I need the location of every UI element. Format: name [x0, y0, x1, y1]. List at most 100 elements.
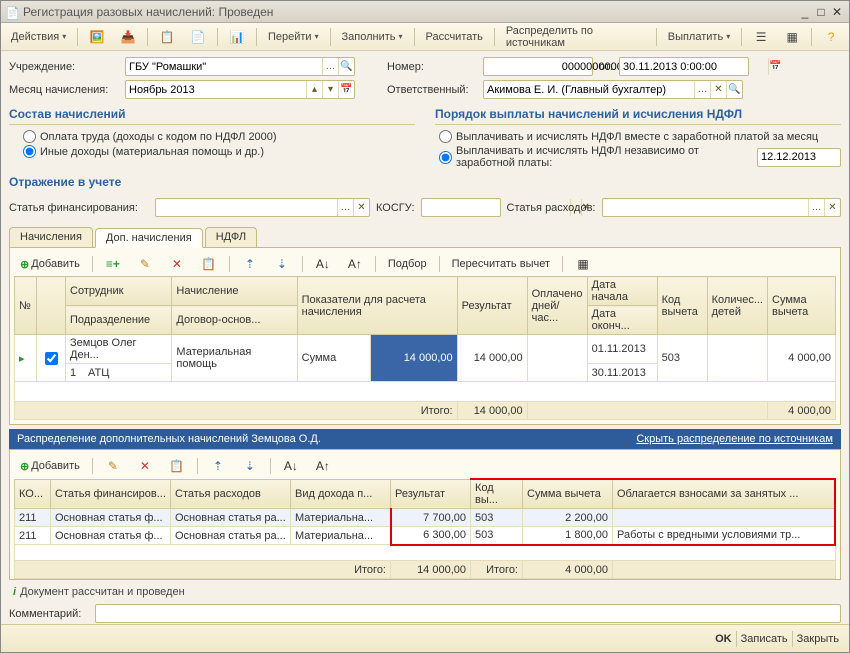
podbor-button[interactable]: Подбор	[382, 256, 433, 272]
sort-asc-button[interactable]: A↓	[309, 254, 337, 274]
recalc-button[interactable]: Пересчитать вычет	[446, 256, 556, 272]
date-picker-button[interactable]: 📅	[768, 58, 781, 75]
col2-vsum[interactable]: Сумма вычета	[523, 479, 613, 509]
ok-button[interactable]: OK	[715, 633, 732, 645]
close-button-bottom[interactable]: Закрыть	[797, 633, 839, 645]
copy2-button[interactable]: 📋	[163, 456, 191, 476]
edit-icon: ✎	[105, 458, 121, 474]
table-row[interactable]: 211 Основная статья ф... Основная статья…	[15, 527, 836, 545]
col-contract[interactable]: Договор-основ...	[172, 306, 297, 335]
row-checkbox[interactable]	[45, 352, 58, 365]
tb-icon-2[interactable]: 📥	[114, 26, 142, 48]
col-result[interactable]: Результат	[457, 277, 527, 335]
col-paid[interactable]: Оплачено дней/час...	[527, 277, 587, 335]
tb-grid-icon[interactable]: ▦	[778, 26, 806, 48]
move-up-button[interactable]: ⇡	[236, 254, 264, 274]
month-pick-button[interactable]: 📅	[338, 81, 354, 98]
maximize-button[interactable]: □	[813, 5, 829, 19]
tb-icon-1[interactable]: 🖼️	[83, 26, 111, 48]
exp-select[interactable]: …	[808, 199, 824, 216]
col-vsum[interactable]: Сумма вычета	[768, 277, 836, 335]
col2-income[interactable]: Вид дохода п...	[291, 479, 391, 509]
actions-menu[interactable]: Действия	[5, 28, 72, 46]
sort2d-button[interactable]: A↑	[309, 456, 337, 476]
hide-distribution-link[interactable]: Скрыть распределение по источникам	[636, 433, 833, 445]
kosgu-field[interactable]: …✕	[421, 198, 501, 217]
col-dstart[interactable]: Дата начала	[587, 277, 657, 306]
col-charge[interactable]: Начисление	[172, 277, 297, 306]
col2-fin[interactable]: Статья финансиров...	[51, 479, 171, 509]
radio-oplata-truda[interactable]: Оплата труда (доходы с кодом по НДФЛ 200…	[23, 130, 415, 143]
tb-icon-4[interactable]: 📄	[184, 26, 212, 48]
fin-field[interactable]: …✕	[155, 198, 370, 217]
col-kids[interactable]: Количес... детей	[707, 277, 767, 335]
col2-result[interactable]: Результат	[391, 479, 471, 509]
fill-menu[interactable]: Заполнить	[336, 28, 409, 46]
down2-button[interactable]: ⇣	[236, 456, 264, 476]
minimize-button[interactable]: _	[797, 5, 813, 19]
tab-nachisleniya[interactable]: Начисления	[9, 227, 93, 247]
delete-row-button[interactable]: ✕	[163, 254, 191, 274]
save-button[interactable]: Записать	[741, 633, 788, 645]
pay-menu[interactable]: Выплатить	[662, 28, 736, 46]
tab-ndfl[interactable]: НДФЛ	[205, 227, 257, 247]
down-icon: ⇣	[274, 256, 290, 272]
col-dept[interactable]: Подразделение	[66, 306, 172, 335]
copy-row-button[interactable]: 📋	[195, 254, 223, 274]
exp-field[interactable]: …✕	[602, 198, 842, 217]
month-up-button[interactable]: ▴	[306, 81, 322, 98]
move-down-button[interactable]: ⇣	[268, 254, 296, 274]
radio-poryadok-2[interactable]: Выплачивать и исчислять НДФЛ независимо …	[439, 145, 841, 169]
close-button[interactable]: ✕	[829, 5, 845, 19]
resp-search-button[interactable]: 🔍	[726, 81, 742, 98]
col-indicators[interactable]: Показатели для расчета начисления	[297, 277, 457, 335]
fin-select[interactable]: …	[337, 199, 353, 216]
distribute-button[interactable]: Распределить по источникам	[500, 22, 651, 52]
edit2-button[interactable]: ✎	[99, 456, 127, 476]
sort-desc-button[interactable]: A↑	[341, 254, 369, 274]
col-emp[interactable]: Сотрудник	[66, 277, 172, 306]
col-dend[interactable]: Дата оконч...	[587, 306, 657, 335]
status-text: Документ рассчитан и проведен	[20, 586, 185, 598]
fin-clear[interactable]: ✕	[353, 199, 369, 216]
col2-exp[interactable]: Статья расходов	[171, 479, 291, 509]
org-search-button[interactable]: 🔍	[338, 58, 354, 75]
date-field[interactable]	[620, 58, 768, 75]
comment-field[interactable]	[96, 605, 840, 622]
grid-settings-button[interactable]: ▦	[569, 254, 597, 274]
edit-row-button[interactable]: ✎	[131, 254, 159, 274]
up2-button[interactable]: ⇡	[204, 456, 232, 476]
radio-poryadok-1[interactable]: Выплачивать и исчислять НДФЛ вместе с за…	[439, 130, 841, 143]
col2-vcode[interactable]: Код вы...	[471, 479, 523, 509]
sort2a-button[interactable]: A↓	[277, 456, 305, 476]
tb-icon-5[interactable]: 📊	[223, 26, 251, 48]
p2-date-field[interactable]	[758, 149, 849, 166]
tab-dop-nachisleniya[interactable]: Доп. начисления	[95, 228, 203, 248]
table-row[interactable]: ▸ Земцов Олег Ден... Материальная помощь…	[15, 335, 836, 364]
calc-button[interactable]: Рассчитать	[419, 28, 488, 46]
col2-obl[interactable]: Облагается взносами за занятых ...	[613, 479, 836, 509]
accruals-grid[interactable]: № Сотрудник Начисление Показатели для ра…	[14, 276, 836, 420]
month-down-button[interactable]: ▾	[322, 81, 338, 98]
goto-menu[interactable]: Перейти	[262, 28, 325, 46]
table-row[interactable]: 211 Основная статья ф... Основная статья…	[15, 509, 836, 527]
month-field[interactable]	[126, 81, 306, 98]
col-n[interactable]: №	[15, 277, 37, 335]
tb-icon-3[interactable]: 📋	[153, 26, 181, 48]
add-button[interactable]: ⊕Добавить	[14, 256, 86, 273]
delete2-button[interactable]: ✕	[131, 456, 159, 476]
resp-field[interactable]	[484, 81, 694, 98]
col2-ko[interactable]: КО...	[15, 479, 51, 509]
add-row-button[interactable]: ≡+	[99, 254, 127, 274]
resp-clear-button[interactable]: ✕	[710, 81, 726, 98]
add2-button[interactable]: ⊕Добавить	[14, 458, 86, 475]
col-vcode[interactable]: Код вычета	[657, 277, 707, 335]
resp-select-button[interactable]: …	[694, 81, 710, 98]
radio-inye-dohody[interactable]: Иные доходы (материальная помощь и др.)	[23, 145, 415, 158]
org-field[interactable]	[126, 58, 322, 75]
distribution-grid[interactable]: КО... Статья финансиров... Статья расход…	[14, 478, 836, 579]
org-select-button[interactable]: …	[322, 58, 338, 75]
tb-help-icon[interactable]: ?	[817, 26, 845, 48]
tb-list-icon[interactable]: ☰	[747, 26, 775, 48]
exp-clear[interactable]: ✕	[824, 199, 840, 216]
